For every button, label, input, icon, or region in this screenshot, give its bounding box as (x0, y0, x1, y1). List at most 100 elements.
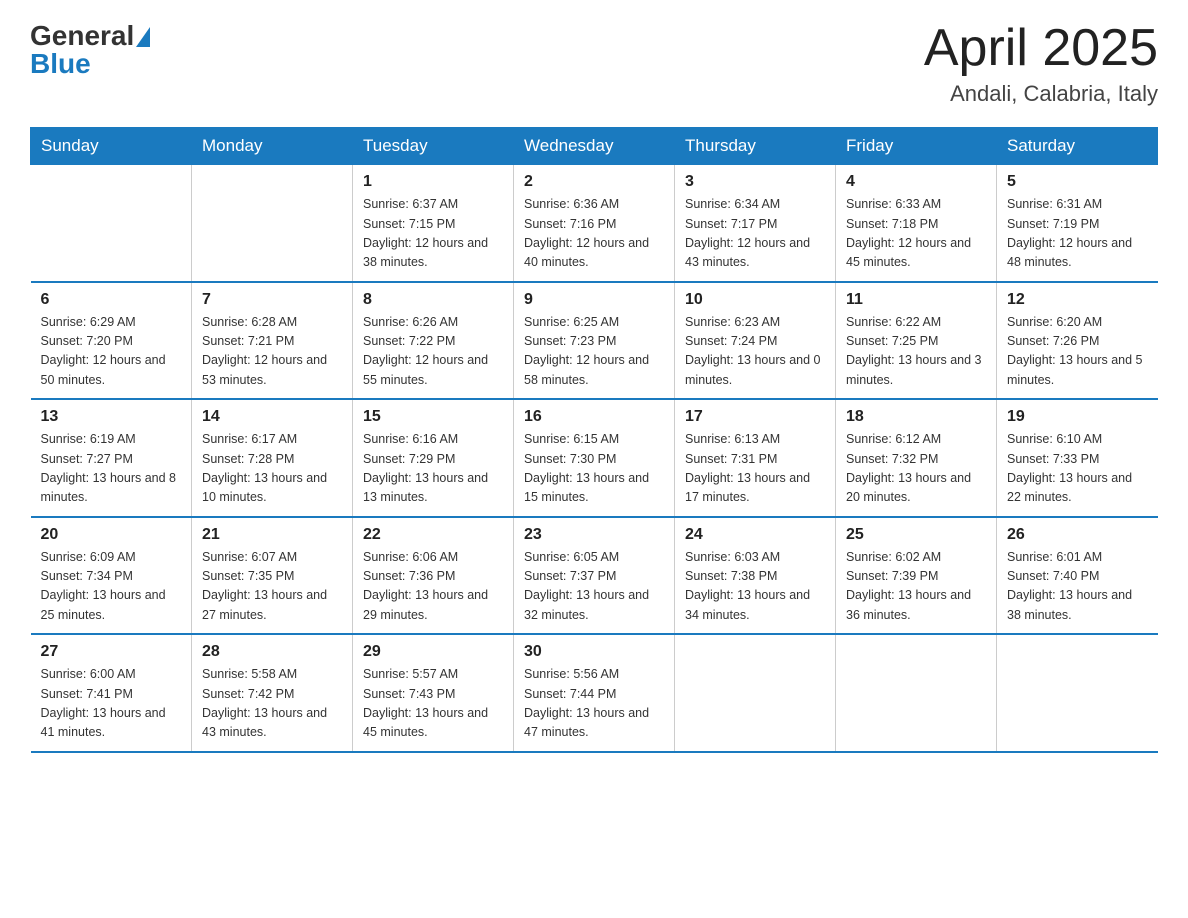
day-info: Sunrise: 6:17 AM Sunset: 7:28 PM Dayligh… (202, 430, 342, 508)
header-sunday: Sunday (31, 128, 192, 165)
calendar-cell: 21 Sunrise: 6:07 AM Sunset: 7:35 PM Dayli… (192, 517, 353, 635)
calendar-cell: 12 Sunrise: 6:20 AM Sunset: 7:26 PM Dayli… (997, 282, 1158, 400)
day-info: Sunrise: 6:16 AM Sunset: 7:29 PM Dayligh… (363, 430, 503, 508)
day-number: 11 (846, 291, 986, 309)
logo-triangle-icon (136, 27, 150, 47)
day-number: 7 (202, 291, 342, 309)
day-number: 9 (524, 291, 664, 309)
calendar-cell: 8Sunrise: 6:26 AM Sunset: 7:22 PM Daylig… (353, 282, 514, 400)
day-number: 17 (685, 408, 825, 426)
day-info: Sunrise: 6:09 AM Sunset: 7:34 PM Dayligh… (41, 548, 182, 626)
calendar-cell (836, 634, 997, 752)
calendar-week-row: 13 Sunrise: 6:19 AM Sunset: 7:27 PM Dayli… (31, 399, 1158, 517)
day-info: Sunrise: 6:15 AM Sunset: 7:30 PM Dayligh… (524, 430, 664, 508)
header-thursday: Thursday (675, 128, 836, 165)
calendar-cell: 24 Sunrise: 6:03 AM Sunset: 7:38 PM Dayli… (675, 517, 836, 635)
calendar-week-row: 27 Sunrise: 6:00 AM Sunset: 7:41 PM Dayli… (31, 634, 1158, 752)
calendar-cell (675, 634, 836, 752)
day-number: 1 (363, 173, 503, 191)
header-saturday: Saturday (997, 128, 1158, 165)
day-info: Sunrise: 6:02 AM Sunset: 7:39 PM Dayligh… (846, 548, 986, 626)
calendar-cell: 27 Sunrise: 6:00 AM Sunset: 7:41 PM Dayli… (31, 634, 192, 752)
calendar-week-row: 6 Sunrise: 6:29 AM Sunset: 7:20 PM Daylig… (31, 282, 1158, 400)
day-info: Sunrise: 5:57 AM Sunset: 7:43 PM Dayligh… (363, 665, 503, 743)
calendar-week-row: 1 Sunrise: 6:37 AM Sunset: 7:15 PM Daylig… (31, 165, 1158, 282)
day-info: Sunrise: 6:36 AM Sunset: 7:16 PM Dayligh… (524, 195, 664, 273)
calendar-cell (997, 634, 1158, 752)
calendar-cell: 13 Sunrise: 6:19 AM Sunset: 7:27 PM Dayli… (31, 399, 192, 517)
day-info: Sunrise: 6:34 AM Sunset: 7:17 PM Dayligh… (685, 195, 825, 273)
day-number: 4 (846, 173, 986, 191)
day-info: Sunrise: 6:29 AM Sunset: 7:20 PM Dayligh… (41, 313, 182, 391)
day-number: 8 (363, 291, 503, 309)
calendar-cell: 7 Sunrise: 6:28 AM Sunset: 7:21 PM Daylig… (192, 282, 353, 400)
day-info: Sunrise: 6:01 AM Sunset: 7:40 PM Dayligh… (1007, 548, 1148, 626)
day-number: 15 (363, 408, 503, 426)
calendar-cell: 1 Sunrise: 6:37 AM Sunset: 7:15 PM Daylig… (353, 165, 514, 282)
day-info: Sunrise: 6:37 AM Sunset: 7:15 PM Dayligh… (363, 195, 503, 273)
day-info: Sunrise: 6:13 AM Sunset: 7:31 PM Dayligh… (685, 430, 825, 508)
header-friday: Friday (836, 128, 997, 165)
day-info: Sunrise: 6:23 AM Sunset: 7:24 PM Dayligh… (685, 313, 825, 391)
calendar-cell: 22 Sunrise: 6:06 AM Sunset: 7:36 PM Dayli… (353, 517, 514, 635)
calendar-cell: 11 Sunrise: 6:22 AM Sunset: 7:25 PM Dayli… (836, 282, 997, 400)
calendar-subtitle: Andali, Calabria, Italy (924, 81, 1158, 107)
calendar-cell: 15 Sunrise: 6:16 AM Sunset: 7:29 PM Dayli… (353, 399, 514, 517)
calendar-cell: 2 Sunrise: 6:36 AM Sunset: 7:16 PM Daylig… (514, 165, 675, 282)
day-number: 20 (41, 526, 182, 544)
day-info: Sunrise: 6:03 AM Sunset: 7:38 PM Dayligh… (685, 548, 825, 626)
calendar-cell: 3 Sunrise: 6:34 AM Sunset: 7:17 PM Daylig… (675, 165, 836, 282)
day-info: Sunrise: 6:12 AM Sunset: 7:32 PM Dayligh… (846, 430, 986, 508)
day-number: 3 (685, 173, 825, 191)
day-info: Sunrise: 6:00 AM Sunset: 7:41 PM Dayligh… (41, 665, 182, 743)
calendar-cell: 25Sunrise: 6:02 AM Sunset: 7:39 PM Dayli… (836, 517, 997, 635)
day-number: 27 (41, 643, 182, 661)
title-block: April 2025 Andali, Calabria, Italy (924, 20, 1158, 107)
day-info: Sunrise: 6:28 AM Sunset: 7:21 PM Dayligh… (202, 313, 342, 391)
day-number: 2 (524, 173, 664, 191)
day-info: Sunrise: 6:20 AM Sunset: 7:26 PM Dayligh… (1007, 313, 1148, 391)
day-number: 13 (41, 408, 182, 426)
calendar-cell: 26Sunrise: 6:01 AM Sunset: 7:40 PM Dayli… (997, 517, 1158, 635)
page-header: General Blue April 2025 Andali, Calabria… (30, 20, 1158, 107)
calendar-week-row: 20 Sunrise: 6:09 AM Sunset: 7:34 PM Dayli… (31, 517, 1158, 635)
calendar-cell: 10 Sunrise: 6:23 AM Sunset: 7:24 PM Dayli… (675, 282, 836, 400)
day-number: 29 (363, 643, 503, 661)
calendar-cell (31, 165, 192, 282)
day-number: 21 (202, 526, 342, 544)
day-number: 12 (1007, 291, 1148, 309)
calendar-cell: 16Sunrise: 6:15 AM Sunset: 7:30 PM Dayli… (514, 399, 675, 517)
calendar-cell (192, 165, 353, 282)
logo: General Blue (30, 20, 150, 80)
day-number: 23 (524, 526, 664, 544)
calendar-cell: 19 Sunrise: 6:10 AM Sunset: 7:33 PM Dayli… (997, 399, 1158, 517)
day-info: Sunrise: 6:05 AM Sunset: 7:37 PM Dayligh… (524, 548, 664, 626)
day-number: 5 (1007, 173, 1148, 191)
day-number: 24 (685, 526, 825, 544)
calendar-cell: 9 Sunrise: 6:25 AM Sunset: 7:23 PM Daylig… (514, 282, 675, 400)
day-number: 19 (1007, 408, 1148, 426)
calendar-title: April 2025 (924, 20, 1158, 77)
day-number: 6 (41, 291, 182, 309)
day-info: Sunrise: 6:07 AM Sunset: 7:35 PM Dayligh… (202, 548, 342, 626)
day-info: Sunrise: 6:10 AM Sunset: 7:33 PM Dayligh… (1007, 430, 1148, 508)
calendar-cell: 14 Sunrise: 6:17 AM Sunset: 7:28 PM Dayli… (192, 399, 353, 517)
day-number: 18 (846, 408, 986, 426)
day-info: Sunrise: 5:58 AM Sunset: 7:42 PM Dayligh… (202, 665, 342, 743)
day-number: 28 (202, 643, 342, 661)
header-wednesday: Wednesday (514, 128, 675, 165)
day-number: 14 (202, 408, 342, 426)
day-number: 10 (685, 291, 825, 309)
day-number: 22 (363, 526, 503, 544)
calendar-cell: 6 Sunrise: 6:29 AM Sunset: 7:20 PM Daylig… (31, 282, 192, 400)
header-tuesday: Tuesday (353, 128, 514, 165)
day-info: Sunrise: 6:19 AM Sunset: 7:27 PM Dayligh… (41, 430, 182, 508)
logo-blue-text: Blue (30, 48, 91, 80)
day-info: Sunrise: 6:22 AM Sunset: 7:25 PM Dayligh… (846, 313, 986, 391)
calendar-header-row: Sunday Monday Tuesday Wednesday Thursday… (31, 128, 1158, 165)
day-info: Sunrise: 6:06 AM Sunset: 7:36 PM Dayligh… (363, 548, 503, 626)
day-info: Sunrise: 5:56 AM Sunset: 7:44 PM Dayligh… (524, 665, 664, 743)
calendar-cell: 18 Sunrise: 6:12 AM Sunset: 7:32 PM Dayli… (836, 399, 997, 517)
day-info: Sunrise: 6:25 AM Sunset: 7:23 PM Dayligh… (524, 313, 664, 391)
day-number: 30 (524, 643, 664, 661)
